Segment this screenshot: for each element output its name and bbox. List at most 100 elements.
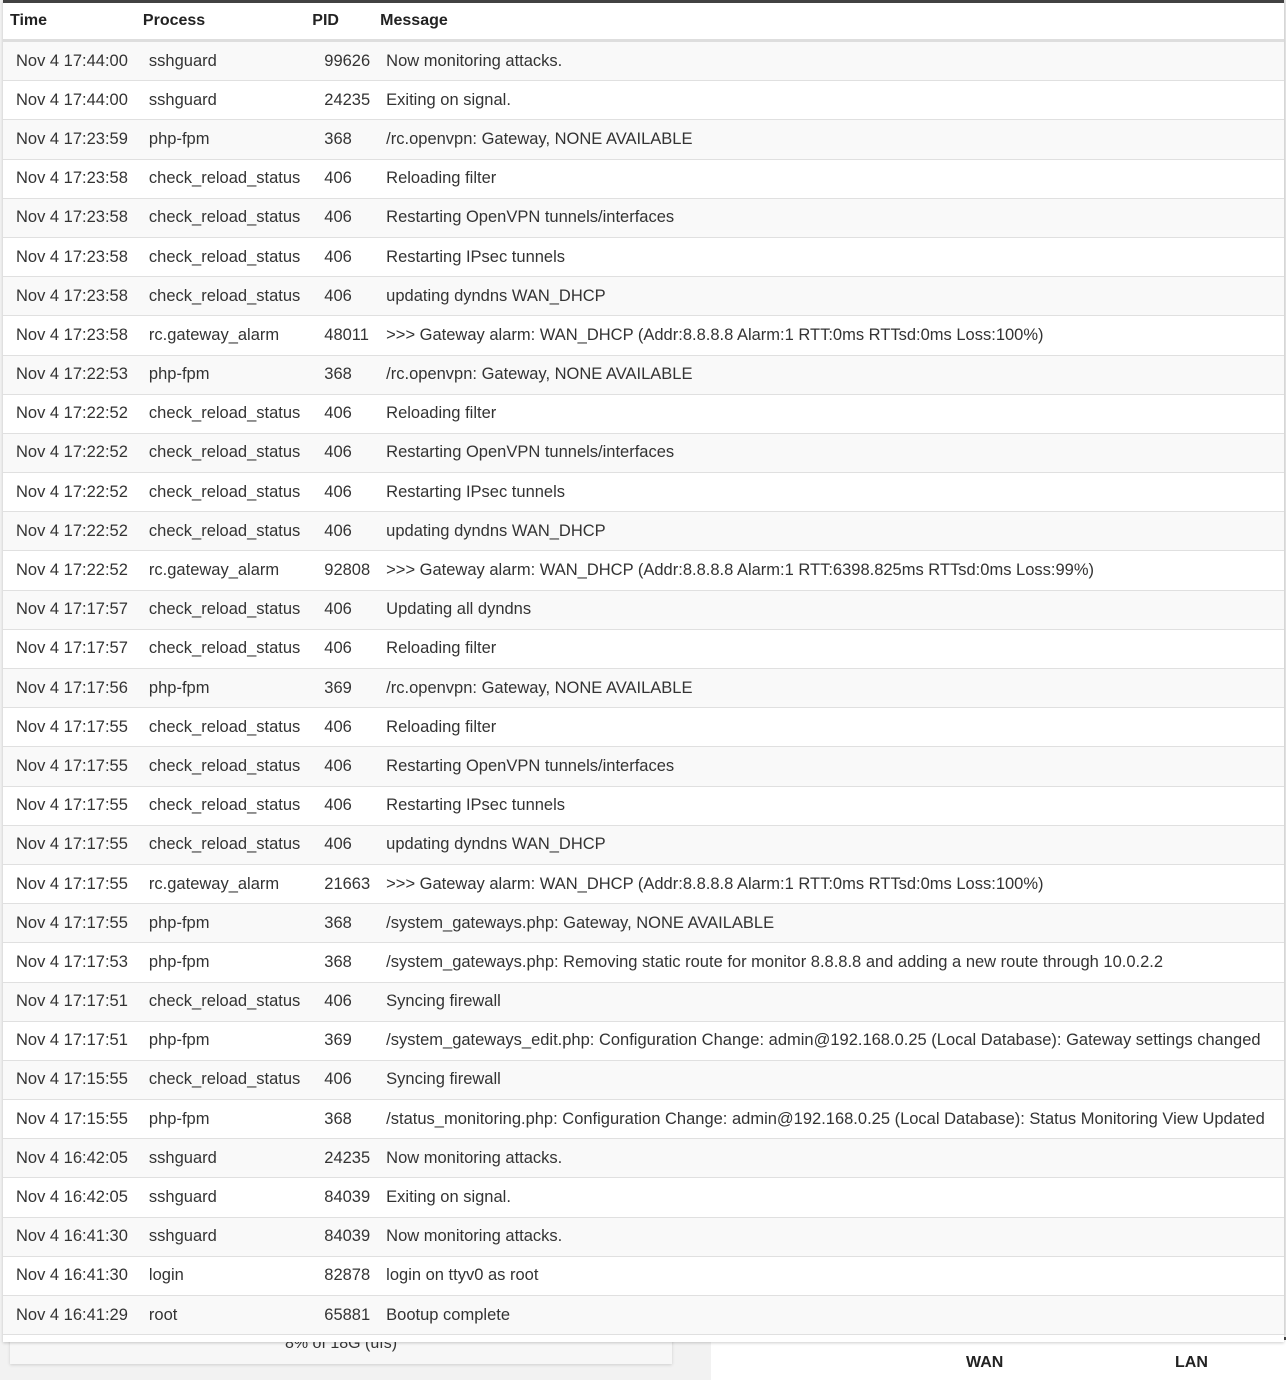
log-process: check_reload_status: [135, 276, 309, 317]
log-pid: 48011: [308, 315, 381, 356]
log-message: >>> Gateway alarm: WAN_DHCP (Addr:8.8.8.…: [380, 864, 1284, 905]
log-process: php-fpm: [135, 668, 309, 709]
log-process: php-fpm: [135, 942, 309, 983]
log-pid: 406: [308, 629, 381, 670]
log-message: /system_gateways_edit.php: Configuration…: [380, 1021, 1284, 1061]
interfaces-col-lan: LAN: [1175, 1354, 1208, 1371]
log-message: /rc.openvpn: Gateway, NONE AVAILABLE: [380, 119, 1284, 160]
log-pid: 368: [308, 942, 381, 983]
log-pid: 21663: [308, 864, 381, 905]
log-message: Reloading filter: [380, 159, 1284, 199]
log-process: check_reload_status: [135, 707, 309, 748]
table-row: Nov 4 17:17:55 php-fpm 368/system_gateways…: [3, 903, 1284, 944]
column-header-process: Process: [135, 3, 309, 42]
table-row: Nov 4 17:17:57 check_reload_status 406 Upda…: [3, 590, 1284, 630]
log-process: rc.gateway_alarm: [135, 864, 309, 905]
log-time: Nov 4 17:17:55: [3, 903, 136, 944]
log-pid: 368: [308, 119, 381, 160]
log-time: Nov 4 17:23:58: [3, 198, 136, 238]
log-time: Nov 4 17:22:52: [3, 433, 136, 474]
log-message: /system_gateways.php: Gateway, NONE AVAI…: [380, 903, 1284, 944]
log-time: Nov 4 17:23:58: [3, 237, 136, 278]
column-header-time: Time: [3, 3, 136, 42]
log-time: Nov 4 17:17:55: [3, 746, 136, 787]
log-message: Reloading filter: [380, 629, 1284, 670]
log-process: sshguard: [135, 1217, 309, 1257]
log-time: Nov 4 17:17:57: [3, 590, 136, 630]
log-pid: 368: [308, 355, 381, 395]
log-time: Nov 4 16:42:05: [3, 1138, 136, 1179]
table-row: Nov 4 17:17:51 check_reload_status 406 Sync…: [3, 982, 1284, 1022]
table-row: Nov 4 17:17:56 php-fpm 369/rc.openvpn: Gat…: [3, 668, 1284, 709]
log-time: Nov 4 17:23:58: [3, 159, 136, 199]
log-pid: 406: [308, 159, 381, 199]
log-process: check_reload_status: [135, 825, 309, 865]
log-time: Nov 4 17:17:55: [3, 786, 136, 826]
log-time: Nov 4 17:17:53: [3, 942, 136, 983]
log-message: Restarting OpenVPN tunnels/interfaces: [380, 198, 1284, 238]
log-process: check_reload_status: [135, 1060, 309, 1101]
table-row: Nov 4 17:44:00 sshguard 99626 Now monitorin…: [3, 40, 1284, 82]
log-process: check_reload_status: [135, 394, 309, 434]
log-time: Nov 4 17:23:58: [3, 276, 136, 317]
table-row: Nov 4 17:15:55 check_reload_status 406 Sync…: [3, 1060, 1284, 1101]
table-row: Nov 4 17:23:58 check_reload_status 406 Relo…: [3, 159, 1284, 199]
log-process: check_reload_status: [135, 590, 309, 630]
log-process: check_reload_status: [135, 511, 309, 552]
log-time: Nov 4 16:41:30: [3, 1256, 136, 1297]
table-row: Nov 4 16:42:05 sshguard 84039 Exiting on si…: [3, 1177, 1284, 1218]
log-time: Nov 4 17:23:59: [3, 119, 136, 160]
table-row: Nov 4 16:41:29 root 65881 Bootup complete: [3, 1295, 1284, 1336]
log-process: php-fpm: [135, 1099, 309, 1140]
log-pid: 24235: [308, 1138, 381, 1179]
table-row: Nov 4 17:23:58 check_reload_status 406 Rest…: [3, 198, 1284, 238]
log-process: check_reload_status: [135, 198, 309, 238]
column-header-message: Message: [380, 3, 1284, 42]
log-message: /system_gateways.php: Removing static ro…: [380, 942, 1284, 983]
log-process: check_reload_status: [135, 433, 309, 474]
log-process: php-fpm: [135, 903, 309, 944]
log-time: Nov 4 17:22:52: [3, 472, 136, 513]
log-process: sshguard: [135, 1138, 309, 1179]
table-row: Nov 4 17:22:52 rc.gateway_alarm 92808 >>> G…: [3, 550, 1284, 591]
log-message: Now monitoring attacks.: [380, 1138, 1284, 1179]
log-message: Exiting on signal.: [380, 1177, 1284, 1218]
table-row: Nov 4 17:17:55 rc.gateway_alarm 21663 >>> G…: [3, 864, 1284, 905]
log-pid: 92808: [308, 550, 381, 591]
log-time: Nov 4 17:22:53: [3, 355, 136, 395]
log-pid: 368: [308, 1099, 381, 1140]
log-pid: 406: [308, 746, 381, 787]
log-time: Nov 4 17:17:57: [3, 629, 136, 670]
log-pid: 406: [308, 394, 381, 434]
log-message: Restarting IPsec tunnels: [380, 786, 1284, 826]
table-row: Nov 4 17:17:55 check_reload_status 406 Rest…: [3, 746, 1284, 787]
log-process: check_reload_status: [135, 746, 309, 787]
log-message: Now monitoring attacks.: [380, 1217, 1284, 1257]
log-process: sshguard: [135, 80, 309, 121]
log-message: Restarting IPsec tunnels: [380, 472, 1284, 513]
log-pid: 65881: [308, 1295, 381, 1336]
log-pid: 406: [308, 276, 381, 317]
log-time: Nov 4 17:17:55: [3, 707, 136, 748]
table-row: Nov 4 16:41:30 sshguard 84039 Now monitorin…: [3, 1217, 1284, 1257]
log-pid: 82878: [308, 1256, 381, 1297]
table-row: Nov 4 17:23:58 check_reload_status 406 Rest…: [3, 237, 1284, 278]
log-process: sshguard: [135, 1177, 309, 1218]
log-pid: 406: [308, 198, 381, 238]
log-message: Updating all dyndns: [380, 590, 1284, 630]
log-message: updating dyndns WAN_DHCP: [380, 825, 1284, 865]
log-process: login: [135, 1256, 309, 1297]
interfaces-widget: WAN LAN: [711, 1337, 1286, 1380]
log-message: Restarting IPsec tunnels: [380, 237, 1284, 278]
column-header-pid: PID: [308, 3, 381, 42]
table-row: Nov 4 17:44:00 sshguard 24235 Exiting on si…: [3, 80, 1284, 121]
table-row: Nov 4 17:22:52 check_reload_status 406 Rest…: [3, 433, 1284, 474]
log-time: Nov 4 16:42:05: [3, 1177, 136, 1218]
log-pid: 369: [308, 668, 381, 709]
system-log-table: Time Process PID Message Nov 4 17:44:00 s…: [3, 3, 1284, 1336]
log-message: Reloading filter: [380, 707, 1284, 748]
log-process: check_reload_status: [135, 472, 309, 513]
table-row: Nov 4 17:22:52 check_reload_status 406 Rest…: [3, 472, 1284, 513]
log-time: Nov 4 16:41:29: [3, 1295, 136, 1336]
log-pid: 406: [308, 590, 381, 630]
